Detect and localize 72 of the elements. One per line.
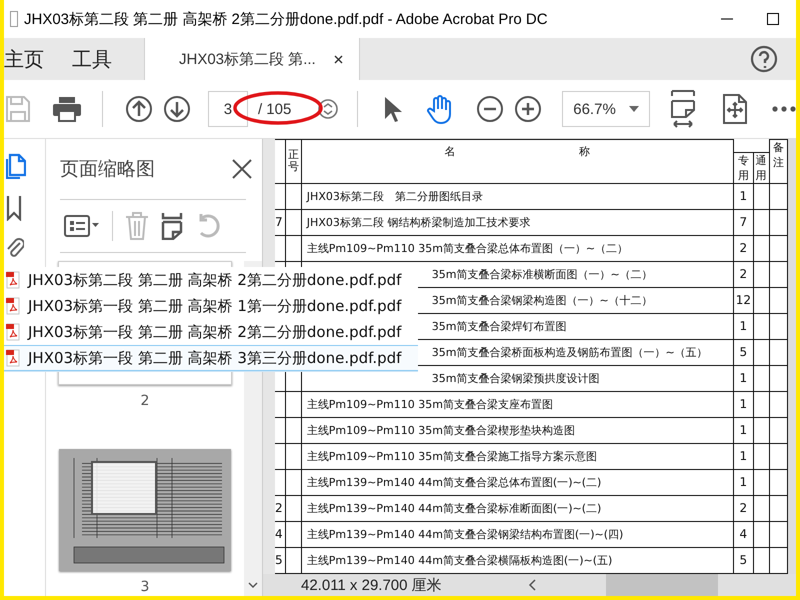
- table-cell: 1: [734, 469, 754, 495]
- table-cell: 4: [734, 521, 754, 547]
- table-cell: 7: [275, 209, 286, 235]
- caret-icon: [629, 106, 639, 112]
- page-thumbnails-icon[interactable]: [6, 153, 26, 179]
- table-cell: 主线Pm139~Pm140 44m简支叠合梁横隔板构造图(一)~(五): [301, 547, 734, 573]
- table-cell: 1: [734, 391, 754, 417]
- table-cell: 4: [275, 521, 286, 547]
- tab[interactable]: 工具: [72, 38, 126, 80]
- more-icon[interactable]: [772, 106, 796, 112]
- table-cell: 1: [734, 313, 754, 339]
- paperclip-icon[interactable]: [6, 237, 24, 259]
- column-header: 名 称: [301, 140, 734, 183]
- table-cell: 5: [734, 547, 754, 573]
- bookmark-icon[interactable]: [6, 195, 22, 221]
- table-cell: 1: [734, 365, 754, 391]
- print-icon[interactable]: [52, 96, 82, 122]
- options-icon[interactable]: [64, 215, 100, 237]
- table-cell: 主线Pm139~Pm140 44m简支叠合梁总体布置图(一)~(二): [301, 469, 734, 495]
- panel-title: 页面缩略图: [60, 157, 155, 182]
- table-cell: 主线Pm109~Pm110 35m简支叠合梁支座布置图: [301, 391, 734, 417]
- maximize-icon: [767, 13, 779, 25]
- table-cell: 主线Pm109~Pm110 35m简支叠合梁施工指导方案示意图: [301, 443, 734, 469]
- viewport-frame[interactable]: [91, 461, 157, 515]
- fit-page-icon[interactable]: [722, 93, 748, 125]
- column-header: 正号: [288, 149, 299, 174]
- previous-page-icon[interactable]: [124, 95, 153, 123]
- next-page-icon[interactable]: [162, 95, 191, 123]
- table-cell: 1: [734, 183, 754, 209]
- table-cell: 5: [734, 339, 754, 365]
- fit-width-icon[interactable]: [670, 89, 696, 129]
- table-cell: JHX03标第二段 第二分册图纸目录: [301, 183, 734, 209]
- zoom-in-icon[interactable]: [514, 95, 542, 123]
- pdf-file-icon: [6, 349, 20, 367]
- table-cell: 12: [734, 287, 754, 313]
- table-cell: 2: [275, 495, 286, 521]
- column-header: 专用: [734, 152, 754, 183]
- table-cell: 2: [734, 495, 754, 521]
- recent-file-item[interactable]: JHX03标第一段 第二册 高架桥 3第三分册done.pdf.pdf: [4, 345, 418, 371]
- scroll-left-icon[interactable]: [528, 579, 536, 591]
- table-cell: 主线Pm109~Pm110 35m简支叠合梁楔形垫块构造图: [301, 417, 734, 443]
- table-cell: JHX03标第二段 钢结构桥梁制造加工技术要求: [301, 209, 734, 235]
- table-cell: 1: [734, 417, 754, 443]
- column-header: 通用: [753, 152, 770, 183]
- table-cell: 5: [275, 547, 286, 573]
- close-icon[interactable]: [334, 54, 343, 64]
- page-size-label: 42.011 x 29.700 厘米: [301, 576, 442, 594]
- tab[interactable]: 主页: [4, 38, 58, 80]
- table-cell: 7: [734, 209, 754, 235]
- help-icon[interactable]: [750, 45, 778, 73]
- scroll-down-icon[interactable]: [248, 582, 258, 588]
- table-cell: 2: [734, 235, 754, 261]
- table-cell: 主线Pm139~Pm140 44m简支叠合梁钢梁结构布置图(一)~(四): [301, 521, 734, 547]
- zoom-out-icon[interactable]: [476, 95, 504, 123]
- table-cell: 主线Pm109~Pm110 35m简支叠合梁总体布置图（一）~（二）: [301, 235, 734, 261]
- page-number-field[interactable]: 3: [208, 91, 248, 127]
- zoom-dropdown[interactable]: 66.7%: [562, 91, 650, 127]
- table-cell: 主线Pm139~Pm140 44m简支叠合梁标准断面图(一)~(二): [301, 495, 734, 521]
- window-title: JHX03标第二段 第二册 高架桥 2第二分册done.pdf.pdf - Adobe Acrobat Pro DC: [24, 10, 549, 28]
- table-cell: 2: [734, 261, 754, 287]
- page-stepper-icon[interactable]: [317, 98, 340, 120]
- pointer-icon[interactable]: [382, 95, 402, 123]
- page-number: 2: [140, 393, 150, 409]
- tab[interactable]: JHX03标第二段 第...: [144, 38, 360, 80]
- vertical-scrollbar[interactable]: [788, 139, 796, 574]
- extract-page-icon[interactable]: [161, 212, 183, 240]
- document-icon: [10, 11, 18, 27]
- page-number: 3: [140, 579, 150, 595]
- table-cell: 1: [734, 443, 754, 469]
- close-icon[interactable]: [232, 159, 252, 179]
- horizontal-scrollbar-thumb[interactable]: [606, 574, 718, 596]
- page-total: / 105: [258, 100, 292, 118]
